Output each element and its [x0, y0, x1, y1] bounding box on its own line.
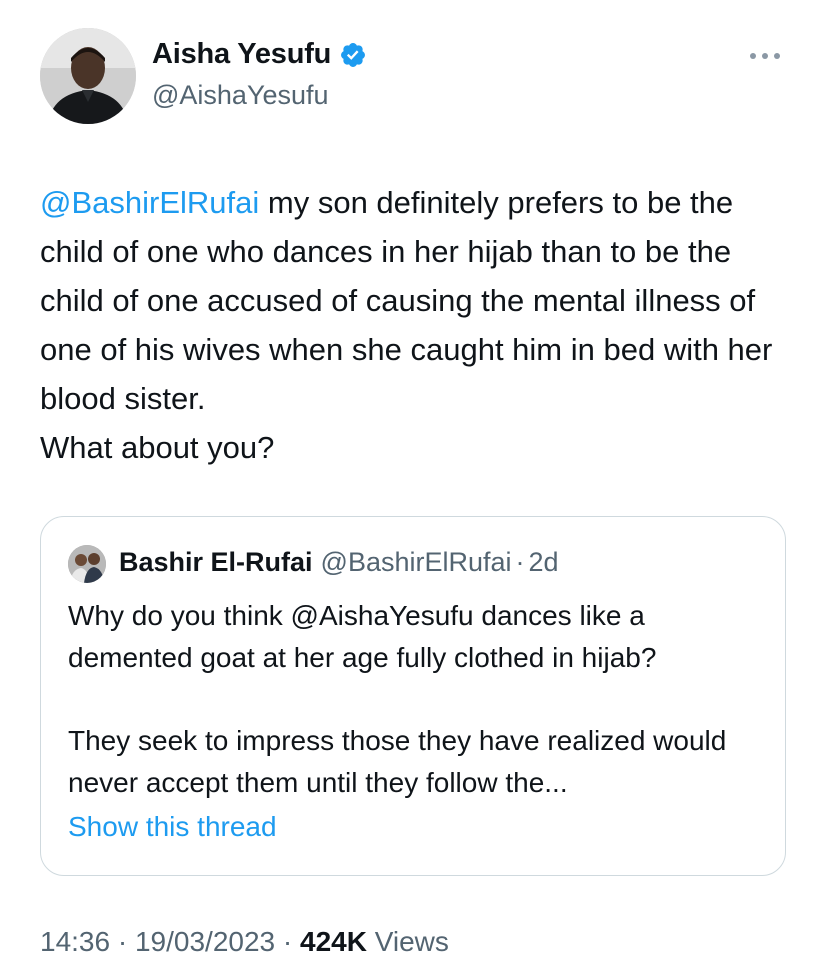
quoted-author-name[interactable]: Bashir El-Rufai	[119, 547, 313, 577]
more-dot	[750, 53, 756, 59]
tweet-meta: 14:36 · 19/03/2023 · 424K Views	[40, 926, 449, 958]
views-label: Views	[374, 926, 449, 957]
quoted-separator: ·	[515, 547, 525, 577]
quoted-paragraph: They seek to impress those they have rea…	[68, 725, 727, 798]
meta-separator: ·	[117, 926, 128, 957]
tweet-mention-link[interactable]: @BashirElRufai	[40, 185, 259, 220]
quoted-tweet-card[interactable]: Bashir El-Rufai @BashirElRufai · 2d Why do …	[40, 516, 786, 876]
quoted-author-avatar[interactable]	[68, 545, 106, 583]
more-dot	[774, 53, 780, 59]
tweet-time[interactable]: 14:36	[40, 926, 110, 957]
tweet-date[interactable]: 19/03/2023	[135, 926, 275, 957]
more-dot	[762, 53, 768, 59]
tweet-last-line: What about you?	[40, 430, 275, 465]
quoted-header: Bashir El-Rufai @BashirElRufai · 2d	[119, 547, 559, 578]
tweet-text: @BashirElRufai my son definitely prefers…	[40, 178, 800, 472]
meta-separator: ·	[282, 926, 293, 957]
author-name[interactable]: Aisha Yesufu	[152, 38, 367, 71]
author-avatar[interactable]	[40, 28, 136, 124]
quoted-author-handle[interactable]: @BashirElRufai	[321, 547, 512, 577]
quoted-timestamp[interactable]: 2d	[529, 547, 559, 577]
more-options-icon[interactable]	[750, 44, 780, 68]
quoted-paragraph: Why do you think @AishaYesufu dances lik…	[68, 600, 657, 673]
author-handle[interactable]: @AishaYesufu	[152, 80, 329, 111]
views-count: 424K	[300, 926, 367, 957]
verified-badge-icon	[341, 42, 366, 67]
author-name-text[interactable]: Aisha Yesufu	[152, 38, 331, 71]
quoted-text: Why do you think @AishaYesufu dances lik…	[68, 595, 768, 804]
show-thread-link[interactable]: Show this thread	[68, 811, 277, 843]
